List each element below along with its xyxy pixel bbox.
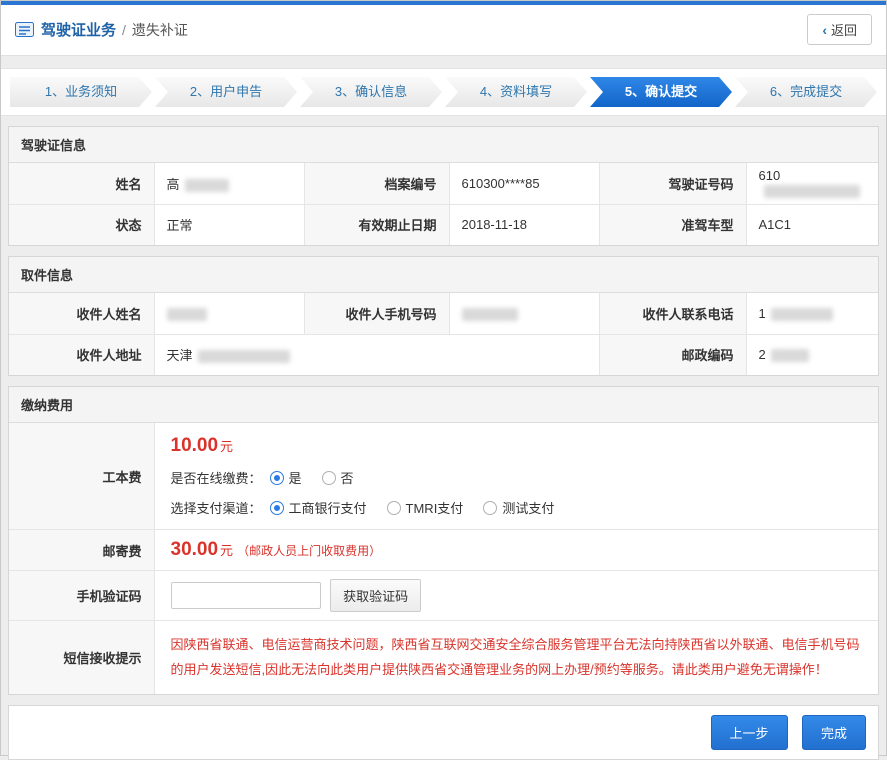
recipient-name-value: [154, 293, 304, 334]
license-number-value: 610: [746, 163, 878, 204]
fees-title: 缴纳费用: [9, 387, 878, 423]
table-row: 收件人姓名 收件人手机号码 收件人联系电话 1: [9, 293, 878, 334]
header: 驾驶证业务 / 遗失补证 ‹ 返回: [1, 5, 886, 56]
redacted-text: [167, 308, 207, 321]
postage-fee-cell: 30.00元（邮政人员上门收取费用）: [154, 530, 878, 571]
license-info-table: 姓名 高 档案编号 610300****85 驾驶证号码 610 状态 正常 有…: [9, 163, 878, 245]
license-number-label: 驾驶证号码: [599, 163, 746, 204]
radio-channel-tmri-label[interactable]: TMRI支付: [406, 498, 464, 517]
footer-action-bar: 上一步 完成: [8, 705, 879, 760]
table-row: 姓名 高 档案编号 610300****85 驾驶证号码 610: [9, 163, 878, 204]
back-button[interactable]: ‹ 返回: [807, 14, 872, 45]
pickup-info-table: 收件人姓名 收件人手机号码 收件人联系电话 1 收件人地址 天津 邮政编码 2: [9, 293, 878, 375]
postcode-value: 2: [746, 334, 878, 375]
back-button-label: 返回: [831, 20, 857, 39]
step-5-confirm-submit[interactable]: 5、确认提交: [590, 77, 732, 107]
table-row: 收件人地址 天津 邮政编码 2: [9, 334, 878, 375]
step-6-complete-submit[interactable]: 6、完成提交: [735, 77, 877, 107]
radio-online-no-label[interactable]: 否: [341, 468, 354, 487]
license-info-title: 驾驶证信息: [9, 127, 878, 163]
step-3-confirm-info[interactable]: 3、确认信息: [300, 77, 442, 107]
recipient-phone-label: 收件人联系电话: [599, 293, 746, 334]
step-1-business-notice[interactable]: 1、业务须知: [10, 77, 152, 107]
radio-channel-icbc-label[interactable]: 工商银行支付: [289, 498, 367, 517]
step-4-fill-data[interactable]: 4、资料填写: [445, 77, 587, 107]
table-row: 状态 正常 有效期止日期 2018-11-18 准驾车型 A1C1: [9, 204, 878, 245]
expiry-date-label: 有效期止日期: [304, 204, 449, 245]
expiry-date-value: 2018-11-18: [449, 204, 599, 245]
license-business-icon: [15, 22, 34, 37]
online-pay-question: 是否在线缴费：: [171, 468, 262, 487]
table-row: 手机验证码 获取验证码: [9, 571, 878, 621]
production-fee-label: 工本费: [9, 423, 154, 530]
recipient-mobile-value: [449, 293, 599, 334]
fees-table: 工本费 10.00元 是否在线缴费： 是 否 选择支付渠道： 工商银行支付: [9, 423, 878, 694]
step-label: 4、资料填写: [480, 84, 552, 99]
title-separator: /: [122, 22, 126, 38]
redacted-text: [185, 179, 229, 192]
redacted-text: [771, 308, 833, 321]
get-code-button[interactable]: 获取验证码: [330, 579, 421, 612]
sms-notice-cell: 因陕西省联通、电信运营商技术问题，陕西省互联网交通安全综合服务管理平台无法向持陕…: [154, 621, 878, 695]
sms-code-input[interactable]: [171, 582, 321, 609]
sms-code-cell: 获取验证码: [154, 571, 878, 621]
recipient-phone-value: 1: [746, 293, 878, 334]
online-pay-row: 是否在线缴费： 是 否: [171, 468, 863, 487]
page-title: 驾驶证业务: [41, 19, 116, 40]
recipient-mobile-label: 收件人手机号码: [304, 293, 449, 334]
postage-fee-note: （邮政人员上门收取费用）: [237, 544, 381, 558]
pay-channel-question: 选择支付渠道：: [171, 498, 262, 517]
step-label: 1、业务须知: [45, 84, 117, 99]
table-row: 邮寄费 30.00元（邮政人员上门收取费用）: [9, 530, 878, 571]
production-fee-cell: 10.00元 是否在线缴费： 是 否 选择支付渠道： 工商银行支付 TMRI支付: [154, 423, 878, 530]
redacted-text: [764, 185, 860, 198]
finish-button[interactable]: 完成: [802, 715, 866, 750]
name-value: 高: [154, 163, 304, 204]
chevron-left-icon: ‹: [822, 22, 827, 38]
file-number-value: 610300****85: [449, 163, 599, 204]
step-2-user-declaration[interactable]: 2、用户申告: [155, 77, 297, 107]
recipient-address-label: 收件人地址: [9, 334, 154, 375]
step-nav: 1、业务须知 2、用户申告 3、确认信息 4、资料填写 5、确认提交 6、完成提…: [1, 68, 886, 116]
postage-fee-label: 邮寄费: [9, 530, 154, 571]
step-label: 3、确认信息: [335, 84, 407, 99]
pickup-info-section: 取件信息 收件人姓名 收件人手机号码 收件人联系电话 1 收件人地址 天津 邮政…: [8, 256, 879, 376]
redacted-text: [771, 349, 809, 362]
file-number-label: 档案编号: [304, 163, 449, 204]
prev-step-button[interactable]: 上一步: [711, 715, 788, 750]
step-label: 5、确认提交: [625, 84, 697, 99]
pay-channel-row: 选择支付渠道： 工商银行支付 TMRI支付 测试支付: [171, 498, 863, 517]
radio-channel-tmri[interactable]: [387, 501, 401, 515]
page-subtitle: 遗失补证: [132, 20, 188, 40]
recipient-name-label: 收件人姓名: [9, 293, 154, 334]
radio-channel-test[interactable]: [483, 501, 497, 515]
sms-code-label: 手机验证码: [9, 571, 154, 621]
radio-online-yes-label[interactable]: 是: [289, 468, 302, 487]
sms-notice-label: 短信接收提示: [9, 621, 154, 695]
name-label: 姓名: [9, 163, 154, 204]
vehicle-type-value: A1C1: [746, 204, 878, 245]
table-row: 工本费 10.00元 是否在线缴费： 是 否 选择支付渠道： 工商银行支付: [9, 423, 878, 530]
license-info-section: 驾驶证信息 姓名 高 档案编号 610300****85 驾驶证号码 610 状…: [8, 126, 879, 246]
step-label: 6、完成提交: [770, 84, 842, 99]
production-fee-amount: 10.00元: [171, 435, 863, 457]
vehicle-type-label: 准驾车型: [599, 204, 746, 245]
redacted-text: [462, 308, 518, 321]
table-row: 短信接收提示 因陕西省联通、电信运营商技术问题，陕西省互联网交通安全综合服务管理…: [9, 621, 878, 695]
status-value: 正常: [154, 204, 304, 245]
fees-section: 缴纳费用 工本费 10.00元 是否在线缴费： 是 否 选择支付渠道：: [8, 386, 879, 695]
radio-online-no[interactable]: [322, 471, 336, 485]
redacted-text: [198, 350, 290, 363]
recipient-address-value: 天津: [154, 334, 599, 375]
radio-online-yes[interactable]: [270, 471, 284, 485]
sms-notice-text: 因陕西省联通、电信运营商技术问题，陕西省互联网交通安全综合服务管理平台无法向持陕…: [155, 621, 879, 694]
postcode-label: 邮政编码: [599, 334, 746, 375]
status-label: 状态: [9, 204, 154, 245]
radio-channel-test-label[interactable]: 测试支付: [502, 498, 554, 517]
radio-channel-icbc[interactable]: [270, 501, 284, 515]
pickup-info-title: 取件信息: [9, 257, 878, 293]
step-label: 2、用户申告: [190, 84, 262, 99]
